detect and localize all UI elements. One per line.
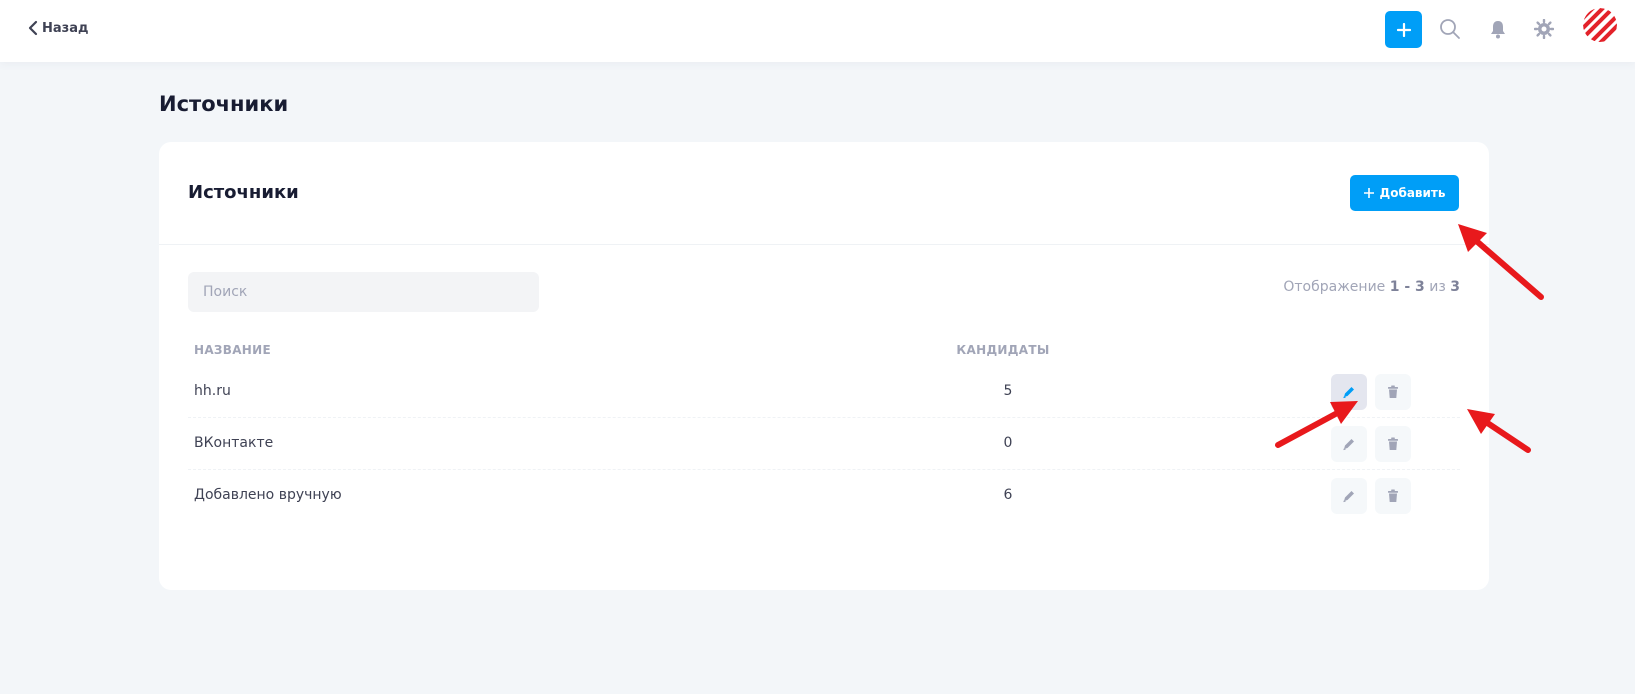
source-name: hh.ru (194, 383, 231, 399)
candidates-count: 6 (1003, 487, 1013, 503)
back-label: Назад (42, 20, 89, 36)
paging-info: Отображение 1 - 3 из 3 (1283, 279, 1460, 295)
gear-icon (1534, 19, 1554, 39)
paging-of: из (1429, 279, 1446, 295)
theme-button[interactable] (1532, 17, 1556, 41)
delete-button[interactable] (1375, 426, 1411, 462)
candidates-count: 5 (1003, 383, 1013, 399)
back-link[interactable]: Назад (28, 20, 88, 36)
edit-button[interactable] (1331, 478, 1367, 514)
card-title: Источники (188, 182, 299, 203)
pencil-icon (1343, 387, 1354, 399)
sources-card: Источники Добавить Отображение 1 - 3 из … (159, 142, 1489, 590)
source-name: ВКонтакте (194, 435, 274, 451)
edit-button[interactable] (1331, 374, 1367, 410)
delete-button[interactable] (1375, 374, 1411, 410)
column-header-name[interactable]: НАЗВАНИЕ (194, 343, 271, 357)
candidates-count: 0 (1003, 435, 1013, 451)
table-row: Добавлено вручную 6 (188, 468, 1460, 522)
plus-icon (1396, 22, 1411, 37)
column-header-candidates[interactable]: КАНДИДАТЫ (928, 343, 1078, 357)
add-source-button[interactable]: Добавить (1350, 175, 1459, 211)
plus-icon (1363, 188, 1374, 198)
avatar-logo (1583, 8, 1617, 42)
trash-icon (1388, 489, 1398, 502)
top-bar: Назад (0, 0, 1635, 62)
paging-total: 3 (1450, 279, 1460, 295)
source-name: Добавлено вручную (194, 487, 342, 503)
table-row: hh.ru 5 (188, 364, 1460, 418)
pencil-icon (1343, 491, 1354, 503)
pencil-icon (1343, 439, 1354, 451)
delete-button[interactable] (1375, 478, 1411, 514)
card-header: Источники Добавить (159, 142, 1489, 245)
trash-icon (1388, 385, 1398, 398)
trash-icon (1388, 437, 1398, 450)
bell-icon (1491, 21, 1505, 39)
avatar[interactable] (1583, 8, 1617, 42)
table-row: ВКонтакте 0 (188, 416, 1460, 470)
notifications-button[interactable] (1486, 17, 1510, 41)
paging-prefix: Отображение (1283, 279, 1386, 295)
chevron-left-icon (28, 20, 38, 36)
edit-button[interactable] (1331, 426, 1367, 462)
search-input[interactable] (188, 272, 539, 312)
page-title: Источники (159, 92, 289, 116)
add-button-label: Добавить (1379, 186, 1446, 200)
paging-range: 1 - 3 (1389, 279, 1425, 295)
search-icon (1440, 19, 1460, 39)
create-button[interactable] (1385, 11, 1422, 48)
search-button[interactable] (1438, 17, 1462, 41)
